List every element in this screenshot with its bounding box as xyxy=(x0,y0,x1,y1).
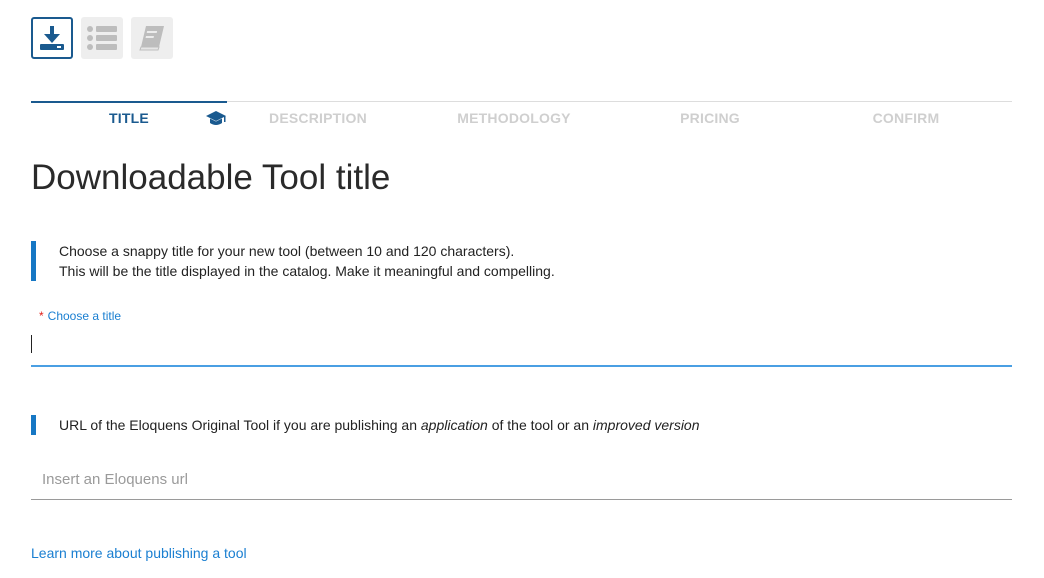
tab-confirm[interactable]: CONFIRM xyxy=(808,110,1004,126)
page-title: Downloadable Tool title xyxy=(31,158,391,197)
url-help-text-1: URL of the Eloquens Original Tool if you… xyxy=(59,417,421,433)
url-help-emphasis-application: application xyxy=(420,417,488,433)
list-icon xyxy=(87,26,117,50)
title-help-line-2: This will be the title displayed in the … xyxy=(59,263,555,279)
book-icon xyxy=(139,26,164,51)
tool-type-toolbar xyxy=(31,17,173,59)
text-caret xyxy=(31,335,32,353)
publish-stepper: TITLE DESCRIPTION METHODOLOGY PRICING CO… xyxy=(31,101,1012,132)
list-tool-button[interactable] xyxy=(81,17,123,59)
active-step-indicator xyxy=(31,101,227,103)
title-field-label-text: Choose a title xyxy=(47,309,122,323)
tab-methodology[interactable]: METHODOLOGY xyxy=(416,110,612,126)
tab-title[interactable]: TITLE xyxy=(31,110,227,126)
title-input[interactable] xyxy=(31,327,1012,367)
url-help-emphasis-improved: improved version xyxy=(592,417,700,433)
title-field-label: * Choose a title xyxy=(39,309,121,323)
title-help-line-1: Choose a snappy title for your new tool … xyxy=(59,243,515,259)
tab-description[interactable]: DESCRIPTION xyxy=(220,110,416,126)
download-icon xyxy=(40,26,64,50)
url-help-note: URL of the Eloquens Original Tool if you… xyxy=(31,415,700,435)
book-tool-button[interactable] xyxy=(131,17,173,59)
tab-pricing[interactable]: PRICING xyxy=(612,110,808,126)
url-help-text-2: of the tool or an xyxy=(487,417,593,433)
required-marker: * xyxy=(39,309,44,323)
title-help-note: Choose a snappy title for your new tool … xyxy=(31,241,555,281)
learn-more-link[interactable]: Learn more about publishing a tool xyxy=(31,545,247,561)
download-tool-button[interactable] xyxy=(31,17,73,59)
eloquens-url-input[interactable] xyxy=(31,459,1012,500)
